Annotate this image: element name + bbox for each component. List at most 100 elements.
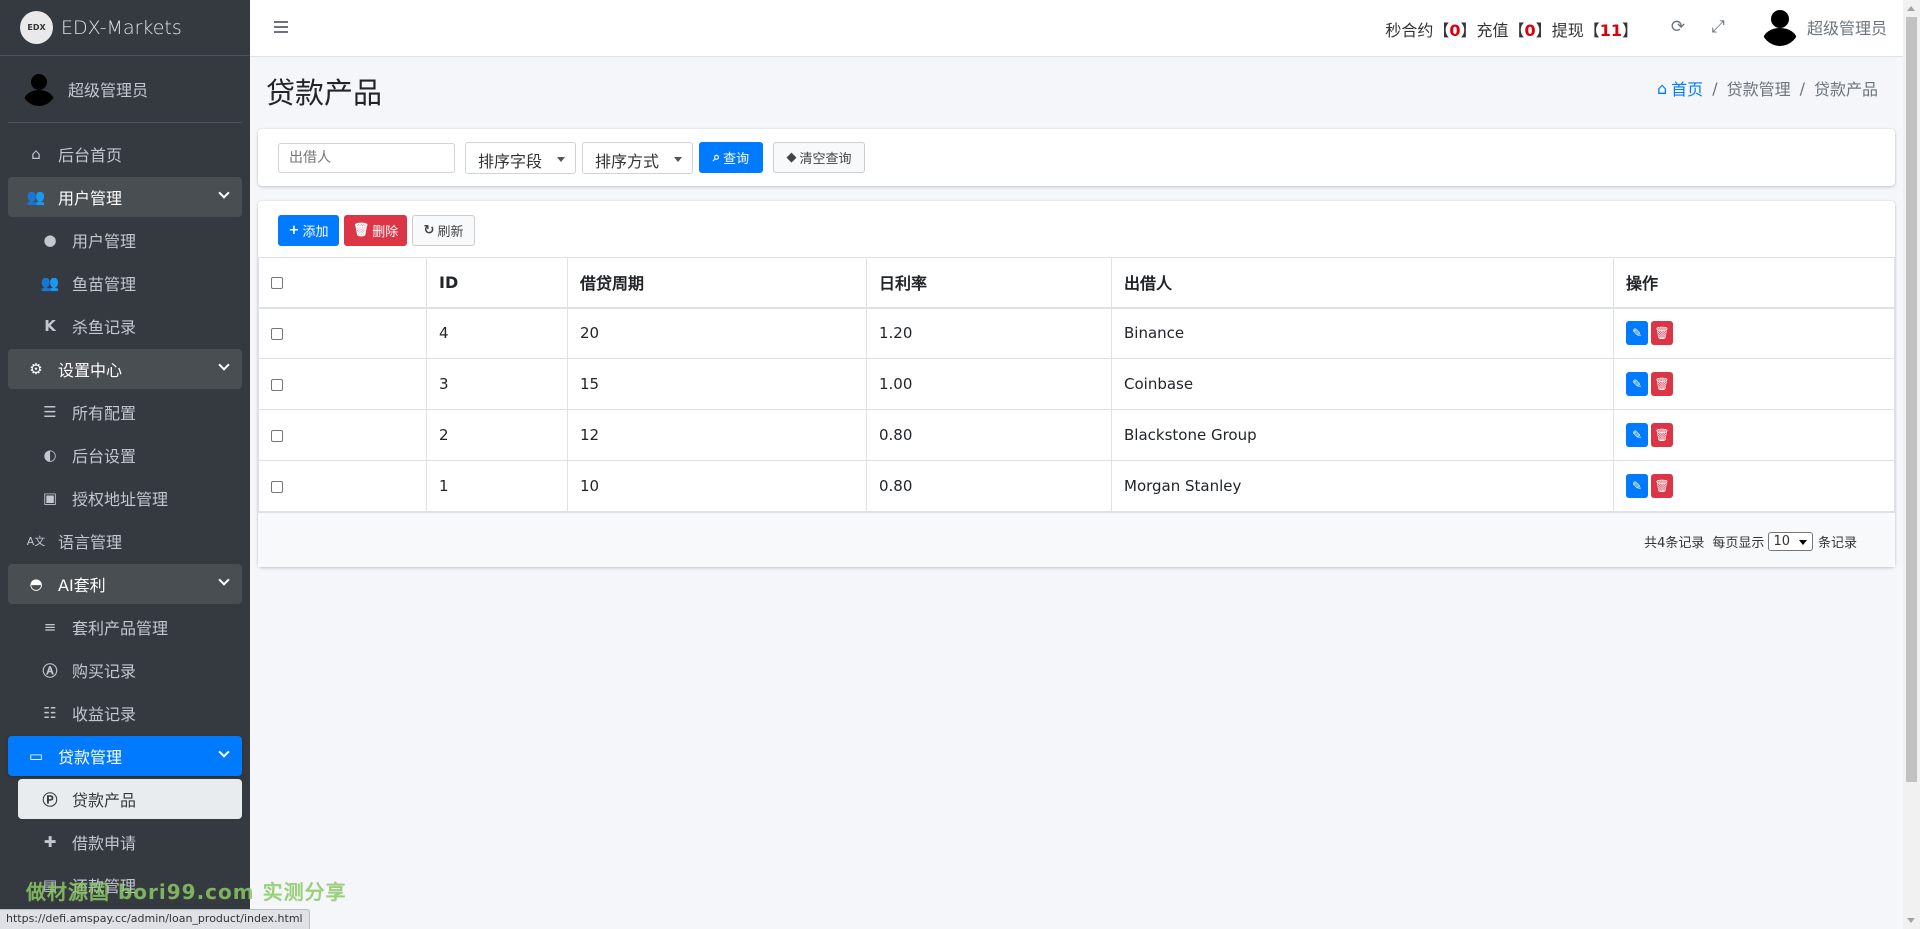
row-checkbox[interactable] [271, 480, 283, 493]
edit-icon[interactable]: ✎ [1626, 423, 1648, 447]
sidebar-item-kill-records[interactable]: K 杀鱼记录 [8, 306, 242, 346]
delete-button[interactable]: 🗑 删除 [344, 215, 407, 246]
refresh-button-label: 刷新 [437, 225, 464, 240]
sidebar-item-label: 语言管理 [58, 533, 123, 552]
column-header[interactable]: ID [426, 257, 568, 308]
search-card: 排序字段 排序方式 ⌕查询 ◆清空查询 [258, 129, 1895, 186]
sort-field-select[interactable]: 排序字段 [465, 142, 576, 174]
sidebar-item-settings-center[interactable]: ⚙ 设置中心 [8, 349, 242, 389]
bars-icon: ≡ [43, 618, 57, 636]
column-header: 操作 [1613, 257, 1895, 308]
page-scrollbar[interactable] [1903, 0, 1920, 929]
header-user-menu[interactable]: 超级管理员 [1761, 8, 1887, 46]
sidebar-item-label: 鱼苗管理 [72, 275, 137, 294]
table-header-row: ID 借贷周期 日利率 出借人 操作 [258, 257, 1895, 308]
sync-icon[interactable]: ⟳ [1669, 17, 1687, 37]
sidebar-item-dashboard[interactable]: ⌂ 后台首页 [8, 134, 242, 174]
scrollbar-thumb[interactable] [1906, 17, 1917, 782]
sidebar-item-purchase-records[interactable]: Ⓐ 购买记录 [8, 650, 242, 690]
user-icon: ● [43, 231, 57, 249]
sidebar-item-income-records[interactable]: ☷ 收益记录 [8, 693, 242, 733]
column-header[interactable]: 借贷周期 [567, 257, 867, 308]
page-size-select[interactable]: 10 [1768, 532, 1813, 551]
cell-id: 2 [426, 409, 568, 461]
select-all-checkbox[interactable] [271, 277, 283, 290]
cell-rate: 1.20 [866, 307, 1112, 359]
clear-query-button[interactable]: ◆ 清空查询 [773, 142, 865, 173]
table-row: 3 15 1.00 Coinbase ✎ 🗑 [258, 358, 1895, 410]
column-header[interactable]: 出借人 [1111, 257, 1614, 308]
sidebar-item-label: AI套利 [58, 576, 106, 595]
row-select-cell [258, 358, 427, 410]
cell-id: 4 [426, 307, 568, 359]
edit-icon[interactable]: ✎ [1626, 321, 1648, 346]
top-navbar: 秒合约【0】充值【0】提现【11】 ⟳ ⤢ 超级管理员 [250, 0, 1903, 57]
table-row: 1 10 0.80 Morgan Stanley ✎ 🗑 [258, 460, 1895, 512]
row-checkbox[interactable] [271, 378, 283, 391]
add-button[interactable]: + 添加 [278, 215, 339, 246]
cell-actions: ✎ 🗑 [1613, 358, 1895, 410]
tasks-icon: ☷ [43, 704, 57, 722]
header-stats[interactable]: 秒合约【0】充值【0】提现【11】 [1385, 17, 1638, 41]
cell-period: 12 [567, 409, 867, 461]
scroll-up-arrow-icon[interactable] [1907, 6, 1915, 11]
list-icon: ☰ [43, 403, 57, 421]
scroll-down-arrow-icon[interactable] [1907, 918, 1915, 923]
sidebar-item-label: 所有配置 [72, 404, 137, 423]
delete-button-label: 删除 [372, 225, 399, 240]
table-card: + 添加 🗑 删除 ↻ 刷新 ID 借贷周期 日利率 出借人 操作 4 20 1.20… [258, 201, 1895, 567]
sidebar-item-admin-settings[interactable]: ◐ 后台设置 [8, 435, 242, 475]
sidebar-item-label: 收益记录 [72, 705, 137, 724]
hamburger-menu-icon[interactable] [274, 21, 288, 33]
column-header[interactable]: 日利率 [866, 257, 1112, 308]
query-button-label: 查询 [723, 152, 750, 167]
sort-order-select[interactable]: 排序方式 [582, 142, 693, 174]
loan-products-table: ID 借贷周期 日利率 出借人 操作 4 20 1.20 Binance ✎ 🗑 … [258, 257, 1895, 512]
sidebar-item-label: 借款申请 [72, 834, 137, 853]
edit-icon[interactable]: ✎ [1626, 372, 1648, 396]
stat-label: 秒合约 [1385, 21, 1434, 40]
breadcrumb-home[interactable]: ⌂ 首页 [1657, 76, 1703, 100]
sidebar-item-language[interactable]: A文 语言管理 [8, 521, 242, 561]
row-checkbox[interactable] [271, 429, 283, 442]
sidebar-item-fry[interactable]: 👥 鱼苗管理 [8, 263, 242, 303]
brand-name: EDX-Markets [61, 16, 182, 39]
breadcrumb-separator: / [1712, 78, 1718, 98]
user-panel[interactable]: 超级管理员 [8, 56, 242, 123]
sidebar-item-users[interactable]: ● 用户管理 [8, 220, 242, 260]
sidebar-item-loan-management[interactable]: ▭ 贷款管理 [8, 736, 242, 776]
header-user-name: 超级管理员 [1806, 19, 1887, 38]
search-icon: ⌕ [712, 150, 721, 165]
home-icon: ⌂ [31, 145, 41, 163]
trash-icon[interactable]: 🗑 [1651, 372, 1673, 396]
lender-search-input[interactable] [278, 143, 455, 173]
sidebar-item-loan-applications[interactable]: ✚ 借款申请 [8, 822, 242, 862]
sidebar-item-loan-products[interactable]: Ⓟ 贷款产品 [18, 779, 242, 819]
chevron-down-icon [218, 746, 230, 758]
user-panel-name: 超级管理员 [68, 81, 149, 100]
trash-icon[interactable]: 🗑 [1651, 474, 1673, 498]
breadcrumb-item[interactable]: 贷款管理 [1727, 76, 1791, 100]
breadcrumb-home-label: 首页 [1671, 80, 1704, 99]
sidebar-item-all-config[interactable]: ☰ 所有配置 [8, 392, 242, 432]
trash-icon[interactable]: 🗑 [1651, 321, 1673, 346]
brand[interactable]: EDX EDX-Markets [0, 0, 250, 56]
edit-icon[interactable]: ✎ [1626, 474, 1648, 498]
sidebar-item-label: 后台设置 [72, 447, 137, 466]
stat-label: 提现 [1551, 21, 1584, 40]
sidebar-item-arbitrage-products[interactable]: ≡ 套利产品管理 [8, 607, 242, 647]
users-icon: 👥 [26, 188, 46, 206]
sidebar-item-auth-address[interactable]: ▣ 授权地址管理 [8, 478, 242, 518]
row-checkbox[interactable] [271, 327, 283, 340]
sidebar-item-user-management[interactable]: 👥 用户管理 [8, 177, 242, 217]
refresh-button[interactable]: ↻ 刷新 [412, 215, 475, 246]
cell-lender: Blackstone Group [1111, 409, 1614, 461]
language-icon: A文 [26, 535, 46, 548]
query-button[interactable]: ⌕ 查询 [699, 142, 763, 173]
trash-icon: 🗑 [352, 223, 370, 238]
expand-icon[interactable]: ⤢ [1709, 17, 1727, 37]
chevron-down-icon [218, 359, 230, 371]
brand-logo: EDX [20, 11, 53, 44]
trash-icon[interactable]: 🗑 [1651, 423, 1673, 447]
sidebar-item-ai-arbitrage[interactable]: ◓ AI套利 [8, 564, 242, 604]
